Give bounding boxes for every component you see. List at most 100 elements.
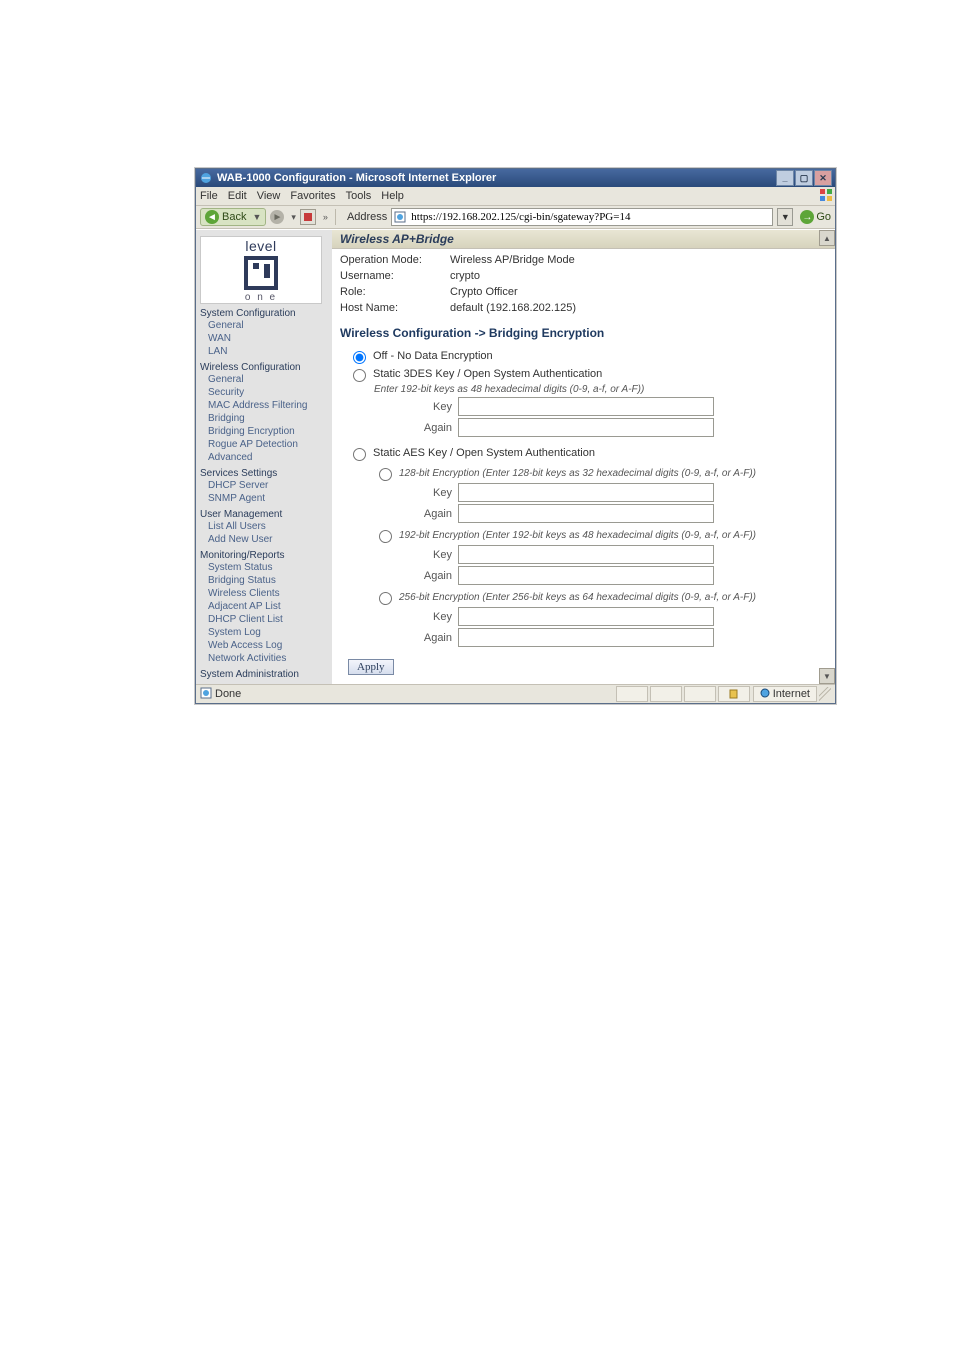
username-value: crypto: [450, 268, 480, 284]
nav-item-bridging-encryption[interactable]: Bridging Encryption: [208, 425, 332, 438]
window-title: WAB-1000 Configuration - Microsoft Inter…: [217, 172, 776, 184]
menu-help[interactable]: Help: [381, 190, 404, 202]
page-done-icon: [200, 687, 212, 702]
again-input-aes128[interactable]: [458, 504, 714, 523]
nav-item-wireless-clients[interactable]: Wireless Clients: [208, 587, 332, 600]
nav-item-bridging[interactable]: Bridging: [208, 412, 332, 425]
radio-off[interactable]: [353, 351, 366, 364]
nav-item-rogue-ap[interactable]: Rogue AP Detection: [208, 438, 332, 451]
hint-3des: Enter 192-bit keys as 48 hexadecimal dig…: [374, 384, 827, 395]
radio-aes[interactable]: [353, 448, 366, 461]
titlebar: WAB-1000 Configuration - Microsoft Inter…: [196, 169, 835, 187]
main-panel: ▲ Wireless AP+Bridge Operation Mode:Wire…: [332, 230, 835, 684]
nav-item-dhcp-client-list[interactable]: DHCP Client List: [208, 613, 332, 626]
status-cell: [616, 686, 648, 702]
toolbar: ◄ Back ▼ ► ▾ » Address ▼ → Go: [196, 206, 835, 229]
again-label-3: Again: [418, 570, 452, 582]
resize-grip[interactable]: [819, 687, 831, 701]
nav-item-snmp-agent[interactable]: SNMP Agent: [208, 492, 332, 505]
radio-off-label: Off - No Data Encryption: [373, 350, 493, 362]
key-label-1: Key: [418, 401, 452, 413]
nav-item-system-status[interactable]: System Status: [208, 561, 332, 574]
radio-aes128[interactable]: [379, 468, 392, 481]
forward-button[interactable]: ►: [270, 210, 284, 224]
again-label-2: Again: [418, 508, 452, 520]
forward-menu-chevron[interactable]: ▾: [291, 212, 296, 223]
radio-aes128-label: 128-bit Encryption (Enter 128-bit keys a…: [399, 468, 756, 479]
brand-logo: level o n e: [200, 236, 322, 304]
again-label-4: Again: [418, 632, 452, 644]
stop-button[interactable]: [300, 209, 316, 225]
nav-header-sysadmin[interactable]: System Administration: [200, 669, 332, 680]
status-cell: [650, 686, 682, 702]
nav-header-services[interactable]: Services Settings: [200, 468, 332, 479]
again-input-aes256[interactable]: [458, 628, 714, 647]
nav-item-adjacent-ap[interactable]: Adjacent AP List: [208, 600, 332, 613]
menu-tools[interactable]: Tools: [346, 190, 372, 202]
address-dropdown[interactable]: ▼: [777, 208, 793, 226]
radio-aes-label: Static AES Key / Open System Authenticat…: [373, 447, 595, 459]
nav-header-system-config[interactable]: System Configuration: [200, 308, 332, 319]
nav-item-system-log[interactable]: System Log: [208, 626, 332, 639]
browser-window: WAB-1000 Configuration - Microsoft Inter…: [195, 168, 836, 704]
brand-mark-icon: [244, 256, 278, 290]
nav-item-dhcp-server[interactable]: DHCP Server: [208, 479, 332, 492]
nav-item-wan[interactable]: WAN: [208, 332, 332, 345]
radio-3des-label: Static 3DES Key / Open System Authentica…: [373, 368, 602, 380]
key-input-aes128[interactable]: [458, 483, 714, 502]
radio-aes256-label: 256-bit Encryption (Enter 256-bit keys a…: [399, 592, 756, 603]
scroll-down-button[interactable]: ▼: [819, 668, 835, 684]
nav-header-wireless-config[interactable]: Wireless Configuration: [200, 362, 332, 373]
radio-3des[interactable]: [353, 369, 366, 382]
go-button[interactable]: → Go: [800, 210, 831, 224]
minimize-button[interactable]: _: [776, 170, 794, 186]
op-mode-value: Wireless AP/Bridge Mode: [450, 252, 575, 268]
key-label-3: Key: [418, 549, 452, 561]
again-input-aes192[interactable]: [458, 566, 714, 585]
nav-item-general[interactable]: General: [208, 319, 332, 332]
close-button[interactable]: ✕: [814, 170, 832, 186]
page-subtitle: Wireless Configuration -> Bridging Encry…: [332, 322, 835, 344]
menu-view[interactable]: View: [257, 190, 281, 202]
status-cell: [718, 686, 750, 702]
nav-item-network-activities[interactable]: Network Activities: [208, 652, 332, 665]
toolbar-separator: [335, 209, 336, 225]
address-input[interactable]: [409, 210, 770, 224]
encryption-form: Off - No Data Encryption Static 3DES Key…: [332, 344, 835, 653]
security-zone[interactable]: Internet: [753, 686, 817, 702]
again-input-3des[interactable]: [458, 418, 714, 437]
maximize-button[interactable]: ▢: [795, 170, 813, 186]
scroll-up-button[interactable]: ▲: [819, 230, 835, 246]
nav-item-w-general[interactable]: General: [208, 373, 332, 386]
nav-item-web-access-log[interactable]: Web Access Log: [208, 639, 332, 652]
role-label: Role:: [340, 284, 450, 300]
menu-favorites[interactable]: Favorites: [290, 190, 335, 202]
nav-item-security[interactable]: Security: [208, 386, 332, 399]
key-input-3des[interactable]: [458, 397, 714, 416]
status-cells: [616, 686, 750, 702]
security-zone-label: Internet: [773, 688, 810, 700]
radio-aes192[interactable]: [379, 530, 392, 543]
go-label: Go: [816, 211, 831, 223]
hostname-label: Host Name:: [340, 300, 450, 316]
nav-item-list-users[interactable]: List All Users: [208, 520, 332, 533]
internet-zone-icon: [760, 688, 770, 701]
op-mode-label: Operation Mode:: [340, 252, 450, 268]
back-menu-chevron[interactable]: ▼: [252, 212, 261, 222]
radio-aes256[interactable]: [379, 592, 392, 605]
key-input-aes192[interactable]: [458, 545, 714, 564]
nav-header-monitoring[interactable]: Monitoring/Reports: [200, 550, 332, 561]
nav-item-bridging-status[interactable]: Bridging Status: [208, 574, 332, 587]
apply-button[interactable]: Apply: [348, 659, 394, 675]
nav-item-advanced[interactable]: Advanced: [208, 451, 332, 464]
toolbar-overflow[interactable]: »: [323, 212, 328, 222]
nav-item-lan[interactable]: LAN: [208, 345, 332, 358]
nav-header-user-mgmt[interactable]: User Management: [200, 509, 332, 520]
menu-file[interactable]: File: [200, 190, 218, 202]
key-input-aes256[interactable]: [458, 607, 714, 626]
nav-item-add-user[interactable]: Add New User: [208, 533, 332, 546]
window-controls: _ ▢ ✕: [776, 170, 832, 186]
nav-item-mac-filter[interactable]: MAC Address Filtering: [208, 399, 332, 412]
menu-edit[interactable]: Edit: [228, 190, 247, 202]
back-button[interactable]: ◄ Back ▼: [200, 208, 266, 226]
